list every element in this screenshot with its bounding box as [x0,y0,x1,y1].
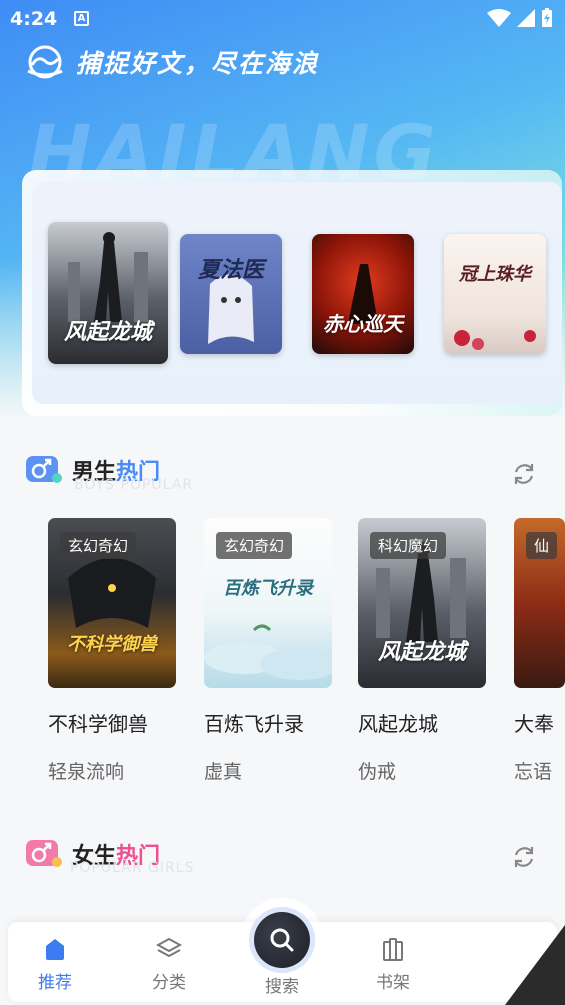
search-button[interactable] [254,912,310,968]
nav-label: 分类 [152,973,186,993]
book-cover-title: 百炼飞升录 [223,578,313,599]
female-icon [26,840,62,867]
book-cover: 玄幻奇幻 百炼飞升录 [204,518,332,688]
carousel-book-title: 夏法医 [197,258,264,283]
search-icon [270,928,294,952]
carousel-book-title: 赤心巡天 [323,312,403,336]
girls-refresh-icon[interactable] [510,843,538,871]
wifi-icon [487,9,511,27]
book-tag: 科幻魔幻 [370,532,447,559]
signal-icon [517,9,535,27]
book-tag: 玄幻奇幻 [60,532,137,559]
book-cover: 仙 [514,518,565,688]
book-author: 轻泉流响 [48,761,125,783]
carousel-book-1[interactable]: 风起龙城 [48,222,168,364]
bookshelf-icon [383,938,403,961]
carousel-book-4[interactable]: 冠上珠华 [444,234,546,354]
status-icons [487,8,553,28]
book-name: 不科学御兽 [48,712,148,736]
book-name: 百炼飞升录 [204,712,304,736]
search-label: 搜索 [265,977,299,997]
book-author: 忘语 [514,761,553,783]
book-tag: 仙 [526,532,558,559]
book-item[interactable]: 玄幻奇幻 百炼飞升录 百炼飞升录 虚真 [204,518,332,784]
book-name: 风起龙城 [358,712,438,736]
book-tag: 玄幻奇幻 [216,532,293,559]
status-time: 4:24 [10,8,58,30]
book-cover-title: 不科学御兽 [67,634,157,655]
nav-item-category[interactable]: 分类 [134,936,204,993]
slogan: 捕捉好文，尽在海浪 [76,49,320,78]
book-item[interactable]: 仙 大奉 忘语 [514,518,565,784]
book-cover-flowers [454,330,536,350]
carousel-book-2[interactable]: 夏法医 [180,234,282,354]
carousel-track: 风起龙城 夏法医 赤心巡天 冠上珠华 [32,182,562,404]
book-cover-title: 风起龙城 [377,640,466,665]
featured-carousel[interactable]: 风起龙城 夏法医 赤心巡天 冠上珠华 [22,170,562,416]
notification-icon: A [74,11,89,26]
male-icon [26,456,62,483]
book-item[interactable]: 科幻魔幻 风起龙城 风起龙城 伪戒 [358,518,486,784]
brand-header: 捕捉好文，尽在海浪 [24,44,319,80]
book-author: 虚真 [204,761,243,783]
nav-item-recommend[interactable]: 推荐 [20,936,90,993]
status-bar: 4:24 A [0,0,565,38]
book-author: 伪戒 [358,761,397,783]
nav-label: 书架 [376,973,410,993]
carousel-book-title: 风起龙城 [63,320,152,345]
carousel-book-title: 冠上珠华 [459,264,531,285]
boys-popular-subtitle: BOYS POPULAR [74,477,194,493]
book-item[interactable]: 玄幻奇幻 不科学御兽 不科学御兽 轻泉流响 [48,518,176,784]
battery-icon [542,8,552,27]
carousel-book-3[interactable]: 赤心巡天 [312,234,414,354]
home-icon [46,939,64,960]
nav-label: 推荐 [38,973,72,993]
book-cover: 玄幻奇幻 不科学御兽 [48,518,176,688]
book-name: 大奉 [514,712,554,736]
corner-shadow [505,925,565,1005]
nav-item-shelf[interactable]: 书架 [358,936,428,993]
boys-refresh-icon[interactable] [510,460,538,488]
layers-icon [156,937,182,958]
girls-popular-subtitle: POPULAR GIRLS [70,860,195,876]
book-cover: 科幻魔幻 风起龙城 [358,518,486,688]
hailang-logo-icon [27,45,63,79]
